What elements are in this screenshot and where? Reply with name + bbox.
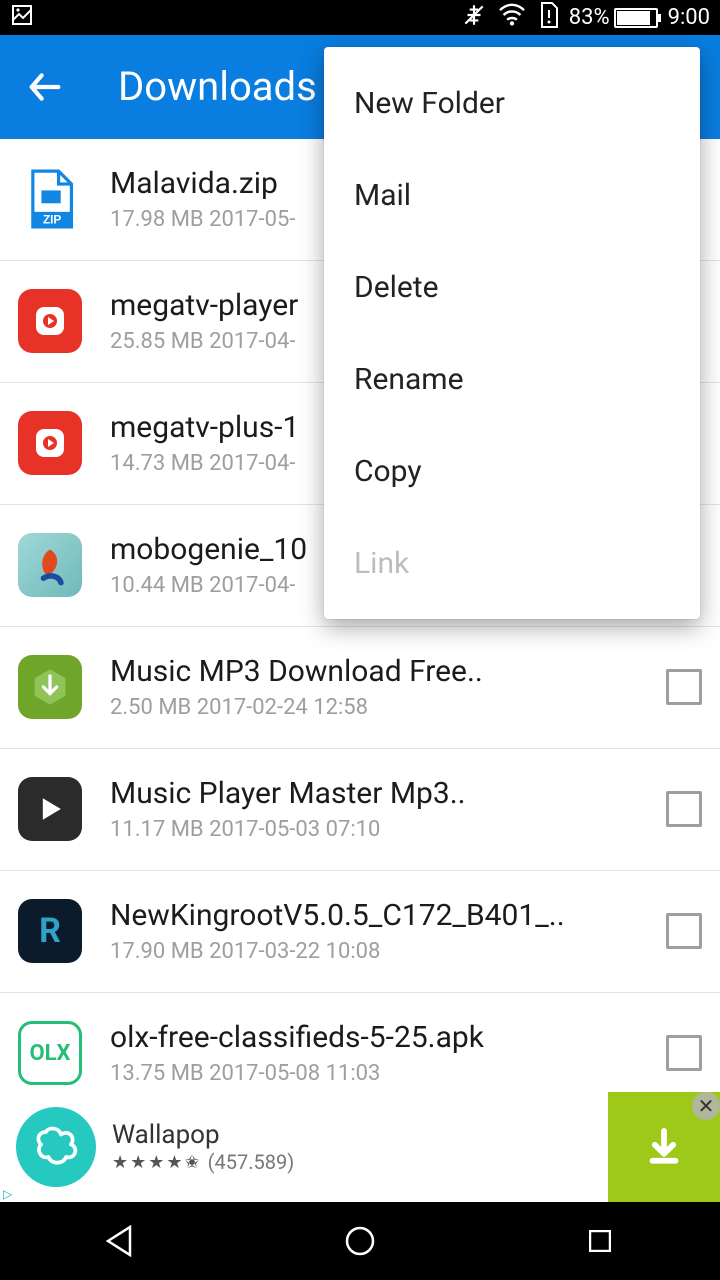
sim-alert-icon (537, 2, 559, 34)
checkbox[interactable] (666, 1035, 702, 1071)
checkbox[interactable] (666, 669, 702, 705)
battery-percent: 83% (569, 5, 610, 30)
clock: 9:00 (668, 5, 710, 30)
back-button[interactable] (20, 62, 70, 112)
file-name: Music MP3 Download Free.. (110, 654, 656, 689)
app-icon: R (18, 899, 82, 963)
mute-icon (461, 2, 487, 34)
menu-item-new-folder[interactable]: New Folder (324, 57, 700, 149)
app-icon (18, 411, 82, 475)
app-icon: OLX (18, 1021, 82, 1085)
list-item[interactable]: Music MP3 Download Free.. 2.50 MB 2017-0… (0, 627, 720, 749)
menu-item-link[interactable]: Link (324, 517, 700, 609)
list-item[interactable]: OLX olx-free-classifieds-5-25.apk 13.75 … (0, 993, 720, 1093)
nav-home-button[interactable] (330, 1211, 390, 1271)
file-name: olx-free-classifieds-5-25.apk (110, 1020, 656, 1055)
adchoices-icon[interactable]: ▷ (0, 1186, 15, 1202)
menu-item-copy[interactable]: Copy (324, 425, 700, 517)
star-rating-icon: ★★★★✬ (112, 1152, 202, 1173)
file-meta: 2.50 MB 2017-02-24 12:58 (110, 695, 656, 720)
battery-icon (614, 8, 658, 28)
menu-item-rename[interactable]: Rename (324, 333, 700, 425)
app-icon (18, 533, 82, 597)
menu-item-mail[interactable]: Mail (324, 149, 700, 241)
status-bar: 83% 9:00 (0, 0, 720, 35)
ad-title: Wallapop (112, 1120, 608, 1150)
app-icon (18, 289, 82, 353)
file-name: NewKingrootV5.0.5_C172_B401_.. (110, 898, 656, 933)
menu-item-delete[interactable]: Delete (324, 241, 700, 333)
list-item[interactable]: Music Player Master Mp3.. 11.17 MB 2017-… (0, 749, 720, 871)
system-nav-bar (0, 1202, 720, 1280)
context-menu: New Folder Mail Delete Rename Copy Link (324, 47, 700, 619)
file-name: Music Player Master Mp3.. (110, 776, 656, 811)
app-icon (18, 777, 82, 841)
app-icon (18, 655, 82, 719)
page-title: Downloads (118, 63, 317, 110)
checkbox[interactable] (666, 913, 702, 949)
file-meta: 17.90 MB 2017-03-22 10:08 (110, 939, 656, 964)
ad-banner[interactable]: Wallapop ★★★★✬ (457.589) ✕ ▷ (0, 1092, 720, 1201)
file-meta: 11.17 MB 2017-05-03 07:10 (110, 817, 656, 842)
list-item[interactable]: R NewKingrootV5.0.5_C172_B401_.. 17.90 M… (0, 871, 720, 993)
wifi-icon (497, 3, 527, 33)
nav-back-button[interactable] (90, 1211, 150, 1271)
checkbox[interactable] (666, 791, 702, 827)
ad-rating-count: (457.589) (208, 1150, 295, 1174)
svg-text:ZIP: ZIP (43, 214, 61, 227)
screenshot-saved-icon (10, 3, 34, 33)
file-meta: 13.75 MB 2017-05-08 11:03 (110, 1061, 656, 1086)
zip-file-icon: ZIP (18, 167, 82, 231)
ad-app-icon (16, 1107, 96, 1187)
nav-recent-button[interactable] (570, 1211, 630, 1271)
